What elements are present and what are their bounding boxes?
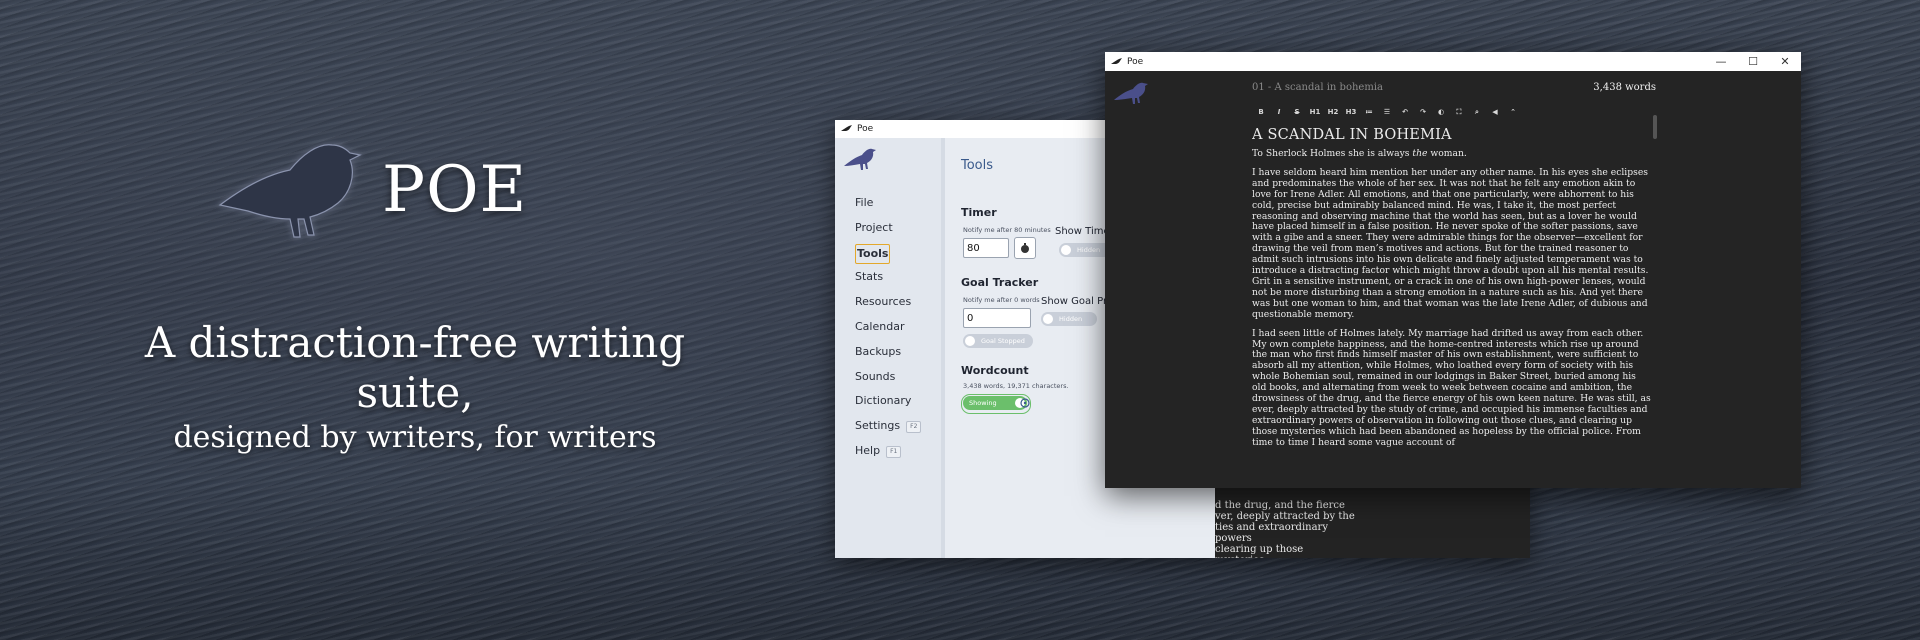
wordcount-summary: 3,438 words, 19,371 characters. [963,382,1069,390]
search-icon[interactable]: ⌕ [1468,105,1486,119]
toggle-label: Showing [969,399,997,407]
minimize-button[interactable]: — [1705,52,1737,71]
light-window-title: Poe [857,124,874,134]
goal-words-input[interactable]: 0 [963,308,1031,328]
italic-button[interactable]: I [1270,105,1288,119]
toggle-knob [965,336,975,346]
sidebar-item-project[interactable]: Project [855,219,921,244]
heading1-button[interactable]: H1 [1306,105,1324,119]
sidebar-item-backups[interactable]: Backups [855,343,921,368]
raven-icon [844,148,876,170]
wordcount-heading: Wordcount [961,364,1029,377]
goal-status-toggle[interactable]: Goal Stopped [963,334,1033,348]
heading3-button[interactable]: H3 [1342,105,1360,119]
fullscreen-icon[interactable]: ⛶ [1450,105,1468,119]
sidebar-menu: File Project Tools Stats Resources Calen… [855,194,922,467]
toggle-label: Goal Stopped [981,337,1025,345]
paragraph: I had seen little of Holmes lately. My m… [1252,327,1651,448]
toggle-knob [1043,314,1053,324]
read-aloud-icon[interactable]: ◀ [1486,105,1504,119]
shortcut-badge: F2 [906,421,922,434]
stopwatch-icon [1021,243,1029,253]
crosshair-icon[interactable] [1019,397,1031,409]
goal-visibility-toggle[interactable]: Hidden [1041,312,1097,326]
format-toolbar: B I S H1 H2 H3 ≔ ☰ ↶ ↷ ◐ ⛶ ⌕ ◀ ⌃ [1252,105,1522,119]
raven-app-icon [1111,57,1122,64]
numbered-list-icon[interactable]: ☰ [1378,105,1396,119]
editor[interactable]: A SCANDAL IN BOHEMIA To Sherlock Holmes … [1252,125,1652,488]
timer-start-button[interactable] [1014,237,1036,259]
bullet-list-icon[interactable]: ≔ [1360,105,1378,119]
window-controls: — ☐ ✕ [1705,52,1801,71]
intro-line: To Sherlock Holmes she is always the wom… [1252,148,1467,159]
raven-icon [1114,82,1148,104]
chapter-title[interactable]: 01 - A scandal in bohemia [1252,82,1383,93]
sidebar: File Project Tools Stats Resources Calen… [835,138,945,558]
sidebar-item-tools[interactable]: Tools [855,243,921,269]
strikethrough-button[interactable]: S [1288,105,1306,119]
raven-app-icon [841,125,852,131]
theme-icon[interactable]: ◐ [1432,105,1450,119]
dark-body: 01 - A scandal in bohemia 3,438 words B … [1105,71,1801,488]
paragraph: I have seldom heard him mention her unde… [1252,166,1649,320]
sidebar-item-stats[interactable]: Stats [855,268,921,293]
sidebar-item-calendar[interactable]: Calendar [855,318,921,343]
brand: POE [210,135,550,245]
sidebar-item-file[interactable]: File [855,194,921,219]
toggle-label: Hidden [1059,315,1083,323]
document-title: A SCANDAL IN BOHEMIA [1252,127,1452,143]
wordcount-visibility-toggle[interactable]: Showing [963,396,1027,410]
tagline-line1: A distraction-free writing suite, [144,318,686,417]
heading2-button[interactable]: H2 [1324,105,1342,119]
toggle-label: Hidden [1077,246,1101,254]
timer-notify-label: Notify me after 80 minutes [963,226,1051,234]
raven-icon [218,144,362,238]
undo-icon[interactable]: ↶ [1396,105,1414,119]
bold-button[interactable]: B [1252,105,1270,119]
sidebar-item-settings[interactable]: Settings F2 [855,417,922,442]
editor-scrollbar[interactable] [1653,115,1657,139]
redo-icon[interactable]: ↷ [1414,105,1432,119]
timer-minutes-input[interactable]: 80 [963,238,1009,258]
dark-window-title: Poe [1127,56,1144,67]
brand-name: POE [382,153,528,227]
sidebar-item-sounds[interactable]: Sounds [855,368,921,393]
sidebar-item-help[interactable]: Help F1 [855,442,921,467]
dark-window: Poe — ☐ ✕ 01 - A scandal in bohemia 3,43… [1105,52,1801,488]
goal-notify-label: Notify me after 0 words [963,296,1040,304]
maximize-button[interactable]: ☐ [1737,52,1769,71]
shortcut-badge: F1 [886,445,902,458]
word-count: 3,438 words [1593,82,1656,93]
tagline-line2: designed by writers, for writers [173,420,657,455]
collapse-toolbar-icon[interactable]: ⌃ [1504,105,1522,119]
goal-heading: Goal Tracker [961,276,1039,289]
sidebar-item-resources[interactable]: Resources [855,293,921,318]
tagline: A distraction-free writing suite, design… [80,318,750,458]
close-button[interactable]: ✕ [1769,52,1801,71]
panel-title: Tools [961,158,994,173]
dark-titlebar[interactable]: Poe — ☐ ✕ [1105,52,1801,71]
peek-text: d the drug, and the fierce ver, deeply a… [1215,500,1355,558]
sidebar-item-dictionary[interactable]: Dictionary [855,392,921,417]
timer-heading: Timer [961,206,997,219]
toggle-knob [1061,245,1071,255]
